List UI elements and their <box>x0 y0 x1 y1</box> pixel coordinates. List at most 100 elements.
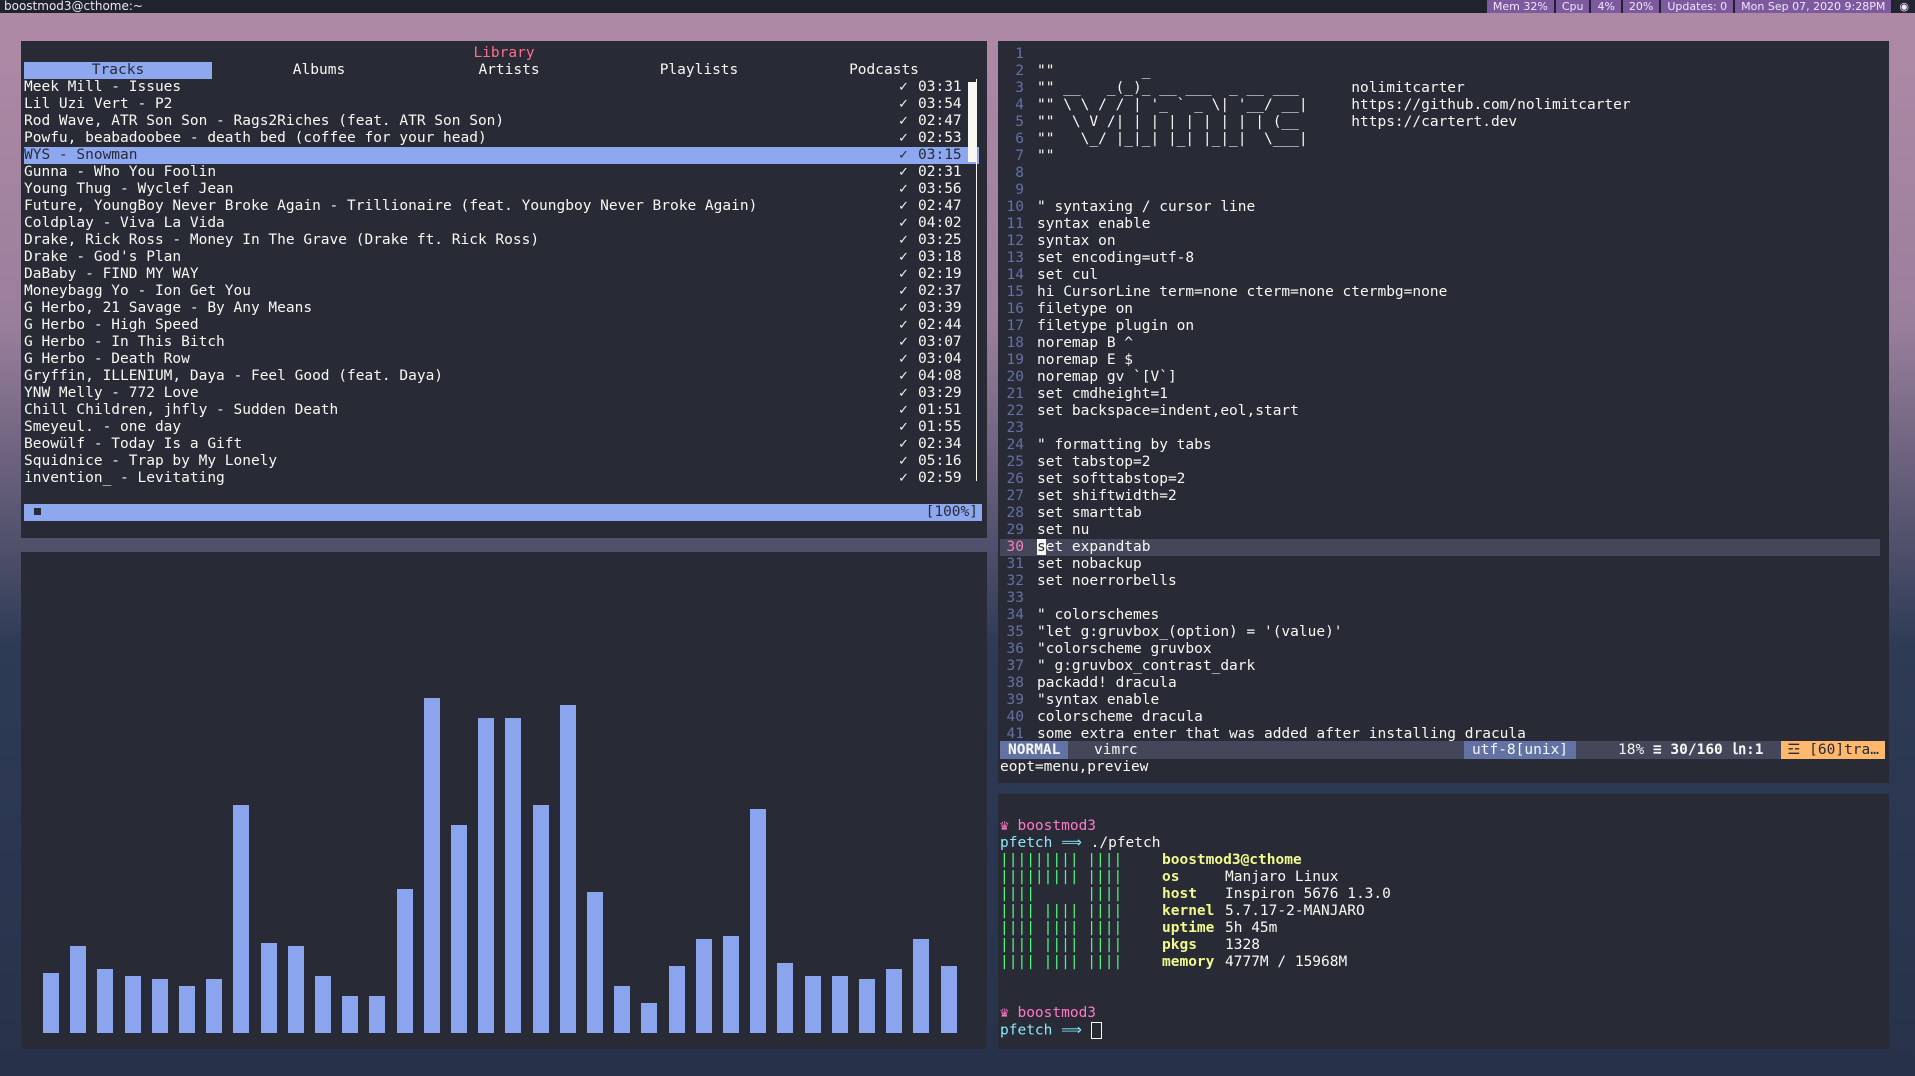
track-row[interactable]: Drake - God's Plan ✓ 03:18 <box>24 249 979 266</box>
line-number: 30 <box>1006 539 1024 555</box>
vim-line[interactable]: 11 syntax enable <box>1000 216 1880 233</box>
prompt-user-line-2: ♛ boostmod3 <box>1000 1005 1096 1022</box>
vim-line[interactable]: 14 set cul <box>1000 267 1880 284</box>
prompt-input-line[interactable]: pfetch ⟹ <box>1000 1022 1102 1040</box>
vim-line[interactable]: 24 " formatting by tabs <box>1000 437 1880 454</box>
vim-line[interactable]: 28 set smarttab <box>1000 505 1880 522</box>
updates-indicator[interactable]: Updates: 0 <box>1661 0 1734 13</box>
vim-line[interactable]: 22 set backspace=indent,eol,start <box>1000 403 1880 420</box>
vim-line[interactable]: 25 set tabstop=2 <box>1000 454 1880 471</box>
code-text: "colorscheme gruvbox <box>1037 641 1212 657</box>
tab-playlists[interactable]: Playlists <box>644 62 754 79</box>
vim-line[interactable]: 12 syntax on <box>1000 233 1880 250</box>
track-row[interactable]: Rod Wave, ATR Son Son - Rags2Riches (fea… <box>24 113 979 130</box>
track-row[interactable]: Drake, Rick Ross - Money In The Grave (D… <box>24 232 979 249</box>
track-row[interactable]: G Herbo, 21 Savage - By Any Means ✓ 03:39 <box>24 300 979 317</box>
vim-line[interactable]: 13 set encoding=utf-8 <box>1000 250 1880 267</box>
track-duration: 03:31 <box>918 79 962 95</box>
vim-line[interactable]: 21 set cmdheight=1 <box>1000 386 1880 403</box>
vim-line[interactable]: 1 <box>1000 46 1880 63</box>
vim-line[interactable]: 26 set softtabstop=2 <box>1000 471 1880 488</box>
line-number: 2 <box>1015 63 1024 79</box>
vim-line[interactable]: 16 filetype on <box>1000 301 1880 318</box>
cmus-window[interactable]: Library Tracks Albums Artists Playlists … <box>21 41 987 538</box>
vim-line[interactable]: 17 filetype plugin on <box>1000 318 1880 335</box>
track-row[interactable]: Meek Mill - Issues ✓ 03:31 <box>24 79 979 96</box>
vim-line[interactable]: 37 " g:gruvbox_contrast_dark <box>1000 658 1880 675</box>
pfetch-info-row: |||| |||| host Inspiron 5676 1.3.0 <box>1000 886 1391 903</box>
vim-line[interactable]: 34 " colorschemes <box>1000 607 1880 624</box>
track-row[interactable]: Gryffin, ILLENIUM, Daya - Feel Good (fea… <box>24 368 979 385</box>
vim-line[interactable]: 40 colorscheme dracula <box>1000 709 1880 726</box>
track-scrollbar[interactable] <box>968 79 977 481</box>
line-number: 4 <box>1015 97 1024 113</box>
code-text: set smarttab <box>1037 505 1142 521</box>
visualizer-bar <box>396 889 413 1033</box>
scrollbar-thumb[interactable] <box>968 82 976 162</box>
track-row[interactable]: Moneybagg Yo - Ion Get You ✓ 02:37 <box>24 283 979 300</box>
vim-line[interactable]: 9 <box>1000 182 1880 199</box>
track-row[interactable]: Squidnice - Trap by My Lonely ✓ 05:16 <box>24 453 979 470</box>
vim-line[interactable]: 23 <box>1000 420 1880 437</box>
tab-albums[interactable]: Albums <box>264 62 374 79</box>
terminal-window[interactable]: ♛ boostmod3 pfetch ⟹ ./pfetch ||||||||| … <box>998 794 1889 1049</box>
ascii-line: "" \ \ / / | '_ ` _ \| '__/ __| https://… <box>1037 97 1631 113</box>
vim-line[interactable]: 8 <box>1000 165 1880 182</box>
vim-line[interactable]: 39 "syntax enable <box>1000 692 1880 709</box>
pfetch-logo-line: |||| |||| <box>1000 886 1123 902</box>
vim-cmdline[interactable]: eopt=menu,preview <box>1000 759 1148 776</box>
visualizer-bar <box>287 946 304 1033</box>
track-row[interactable]: Coldplay - Viva La Vida ✓ 04:02 <box>24 215 979 232</box>
pfetch-key: pkgs <box>1162 937 1197 953</box>
track-row[interactable]: G Herbo - High Speed ✓ 02:44 <box>24 317 979 334</box>
vim-line[interactable]: 29 set nu <box>1000 522 1880 539</box>
track-row[interactable]: Gunna - Who You Foolin ✓ 02:31 <box>24 164 979 181</box>
vim-line[interactable]: 31 set nobackup <box>1000 556 1880 573</box>
track-row[interactable]: DaBaby - FIND MY WAY ✓ 02:19 <box>24 266 979 283</box>
vim-line[interactable]: 19 noremap E $ <box>1000 352 1880 369</box>
terminal-cursor[interactable] <box>1090 1022 1102 1039</box>
vim-line[interactable]: 35 "let g:gruvbox_(option) = '(value)' <box>1000 624 1880 641</box>
vim-line[interactable]: 33 <box>1000 590 1880 607</box>
vim-line[interactable]: 30 set expandtab <box>1000 539 1880 556</box>
track-row[interactable]: Powfu, beabadoobee - death bed (coffee f… <box>24 130 979 147</box>
track-title: Moneybagg Yo - Ion Get You <box>24 283 251 299</box>
discord-icon[interactable]: ◉ <box>1893 0 1915 13</box>
vim-line[interactable]: 38 packadd! dracula <box>1000 675 1880 692</box>
track-row[interactable]: Young Thug - Wyclef Jean ✓ 03:56 <box>24 181 979 198</box>
track-row[interactable]: Beowülf - Today Is a Gift ✓ 02:34 <box>24 436 979 453</box>
tab-artists[interactable]: Artists <box>454 62 564 79</box>
mem-indicator: Mem 32% <box>1486 0 1554 13</box>
track-row[interactable]: G Herbo - Death Row ✓ 03:04 <box>24 351 979 368</box>
vim-line[interactable]: 32 set noerrorbells <box>1000 573 1880 590</box>
track-row[interactable]: Chill Children, jhfly - Sudden Death ✓ 01:… <box>24 402 979 419</box>
vim-line[interactable]: 18 noremap B ^ <box>1000 335 1880 352</box>
line-number: 16 <box>1006 301 1024 317</box>
vim-line[interactable]: 15 hi CursorLine term=none cterm=none cte… <box>1000 284 1880 301</box>
line-number: 24 <box>1006 437 1024 453</box>
line-number: 36 <box>1006 641 1024 657</box>
track-row[interactable]: WYS - Snowman ✓ 03:15 <box>24 147 979 164</box>
tab-podcasts[interactable]: Podcasts <box>829 62 939 79</box>
code-text: syntax enable <box>1037 216 1151 232</box>
visualizer-bar <box>451 825 467 1033</box>
track-row[interactable]: Future, YoungBoy Never Broke Again - Tri… <box>24 198 979 215</box>
track-row[interactable]: YNW Melly - 772 Love ✓ 03:29 <box>24 385 979 402</box>
vim-line[interactable]: 10 " syntaxing / cursor line <box>1000 199 1880 216</box>
track-row[interactable]: Smeyeul. - one day ✓ 01:55 <box>24 419 979 436</box>
cpu-label: Cpu <box>1555 0 1590 13</box>
vim-line[interactable]: 20 noremap gv `[V`] <box>1000 369 1880 386</box>
tab-tracks[interactable]: Tracks <box>24 62 212 79</box>
track-duration: 04:08 <box>918 368 962 384</box>
line-number: 33 <box>1006 590 1024 606</box>
track-row[interactable]: Lil Uzi Vert - P2 ✓ 03:54 <box>24 96 979 113</box>
track-duration: 01:55 <box>918 419 962 435</box>
vim-window[interactable]: 1 2 3 4 5 6 7 8 9 10 " syntaxing / cursor line 11 sy… <box>998 41 1889 783</box>
track-duration: 03:25 <box>918 232 962 248</box>
vim-line[interactable]: 27 set shiftwidth=2 <box>1000 488 1880 505</box>
stop-icon <box>34 508 41 515</box>
track-row[interactable]: G Herbo - In This Bitch ✓ 03:07 <box>24 334 979 351</box>
code-text: set cmdheight=1 <box>1037 386 1168 402</box>
vim-line[interactable]: 36 "colorscheme gruvbox <box>1000 641 1880 658</box>
track-row[interactable]: invention_ - Levitating ✓ 02:59 <box>24 470 979 487</box>
